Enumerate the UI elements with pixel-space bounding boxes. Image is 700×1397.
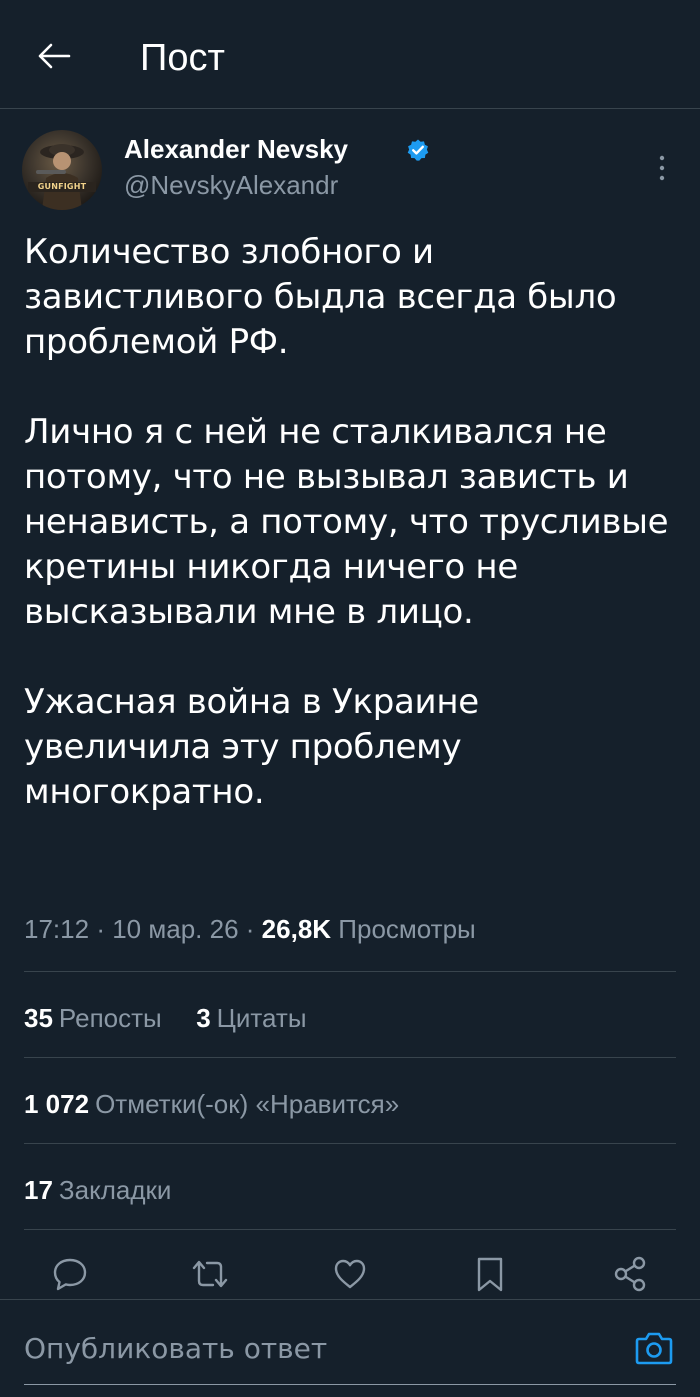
meta-dot: · (245, 914, 255, 944)
divider (24, 1143, 676, 1144)
bookmarks-count: 17 (24, 1175, 53, 1205)
like-button[interactable] (328, 1252, 372, 1296)
author-handle[interactable]: @NevskyAlexandr (124, 170, 338, 200)
reply-underline (24, 1384, 676, 1385)
tweet-date[interactable]: 10 мар. 26 (112, 914, 238, 944)
likes-count: 1 072 (24, 1089, 90, 1119)
repost-quote-stats: 35 Репосты 3 Цитаты (24, 1001, 307, 1035)
reposts-count: 35 (24, 1003, 53, 1033)
more-vertical-icon (659, 155, 665, 181)
action-bar (0, 1252, 700, 1298)
quotes-link[interactable]: 3 Цитаты (196, 1003, 306, 1033)
bookmarks-stat: 17 Закладки (24, 1173, 171, 1207)
tweet-time[interactable]: 17:12 (24, 914, 89, 944)
tweet-text: Количество злобного и завистливого быдла… (24, 230, 676, 815)
share-icon (614, 1256, 646, 1292)
reposts-label: Репосты (58, 1003, 162, 1033)
header-divider (0, 108, 700, 109)
quotes-label: Цитаты (216, 1003, 307, 1033)
views-label: Просмотры (338, 914, 476, 944)
avatar-figure (36, 144, 84, 210)
repost-icon (192, 1260, 228, 1288)
avatar[interactable]: GUNFIGHT (22, 130, 102, 210)
bookmarks-label: Закладки (58, 1175, 172, 1205)
camera-icon (635, 1332, 673, 1365)
tweet-paragraph: Количество злобного и завистливого быдла… (24, 232, 617, 362)
tweet-author-row: GUNFIGHT Alexander Nevsky @NevskyAlexand… (22, 130, 678, 210)
more-options-button[interactable] (648, 150, 676, 186)
reply-icon (53, 1258, 87, 1291)
divider (24, 1229, 676, 1230)
page-title: Пост (140, 37, 225, 79)
reply-bar: Опубликовать ответ (0, 1300, 700, 1397)
like-icon (334, 1259, 366, 1289)
bookmark-icon (477, 1257, 503, 1292)
share-button[interactable] (608, 1252, 652, 1296)
quotes-count: 3 (196, 1003, 211, 1033)
top-bar: Пост (0, 0, 700, 108)
meta-dot: · (96, 914, 105, 944)
verified-badge-icon (407, 139, 429, 161)
reply-button[interactable] (48, 1252, 92, 1296)
likes-link[interactable]: 1 072 Отметки(-ок) «Нравится» (24, 1087, 399, 1121)
tweet-paragraph: Ужасная война в Украине увеличила эту пр… (24, 682, 479, 812)
repost-button[interactable] (188, 1252, 232, 1296)
divider (24, 971, 676, 972)
reply-input[interactable]: Опубликовать ответ (24, 1332, 327, 1366)
avatar-logo-text: GUNFIGHT (37, 182, 87, 191)
back-button[interactable] (30, 32, 78, 80)
divider (24, 1057, 676, 1058)
arrow-left-icon (38, 43, 71, 69)
camera-button[interactable] (632, 1328, 676, 1368)
bookmark-button[interactable] (468, 1252, 512, 1296)
tweet-meta: 17:12 · 10 мар. 26 · 26,8K Просмотры (24, 911, 476, 947)
reposts-link[interactable]: 35 Репосты (24, 1003, 169, 1033)
tweet-paragraph: Лично я с ней не сталкивался не потому, … (24, 412, 669, 632)
views-count: 26,8K (261, 914, 332, 944)
author-display-name[interactable]: Alexander Nevsky (124, 134, 348, 164)
likes-label: Отметки(-ок) «Нравится» (95, 1089, 400, 1119)
